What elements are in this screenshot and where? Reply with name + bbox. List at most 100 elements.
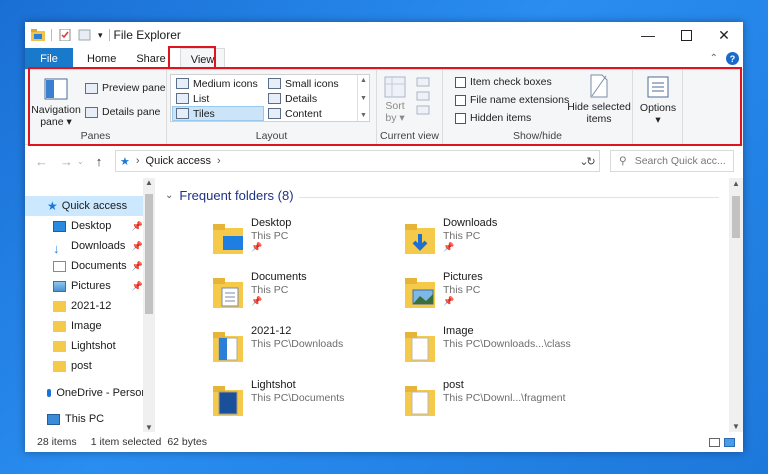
folder-icon (53, 320, 66, 332)
quick-access-star-icon: ★ (120, 155, 130, 168)
scroll-up-icon[interactable]: ▲ (732, 179, 740, 188)
close-button[interactable]: ✕ (705, 22, 743, 48)
breadcrumb-separator: › (216, 155, 221, 167)
folder-path: This PC (251, 284, 289, 296)
nav-buttons: ← → ⌄ ↑ (25, 154, 102, 169)
folder-image-icon (405, 332, 435, 362)
nav-item-documents[interactable]: Documents 📌 (25, 256, 145, 276)
nav-item-2021-12[interactable]: 2021-12 (25, 296, 145, 316)
quick-access-toolbar: ▾ (25, 22, 110, 48)
chevron-down-icon[interactable]: ⌄ (165, 190, 173, 201)
breadcrumb-separator: › (135, 155, 140, 167)
folder-post-icon (405, 386, 435, 416)
address-bar[interactable]: ★ › Quick access › (115, 150, 600, 172)
nav-item-onedrive[interactable]: OneDrive - Persor (25, 383, 145, 403)
pin-icon: 📌 (131, 260, 143, 271)
divider (51, 29, 52, 41)
folder-downloads-icon (405, 224, 435, 254)
folder-name: Desktop (251, 217, 292, 229)
nav-item-label: Documents (71, 260, 127, 272)
folder-desktop-icon (213, 224, 243, 254)
details-view-icon[interactable] (709, 437, 720, 447)
nav-item-lightshot[interactable]: Lightshot (25, 336, 145, 356)
nav-pane-scrollbar[interactable]: ▲ ▼ (143, 178, 155, 432)
qat-customize-icon[interactable]: ▾ (98, 30, 103, 41)
nav-item-pictures[interactable]: Pictures 📌 (25, 276, 145, 296)
status-size: 62 bytes (167, 436, 208, 448)
pin-icon: 📌 (131, 280, 143, 291)
maximize-button[interactable] (667, 22, 705, 48)
folder-name: Pictures (443, 271, 483, 283)
folder-2021-12-icon (213, 332, 243, 362)
desktop-icon (53, 220, 66, 232)
view-switcher (709, 437, 735, 447)
nav-item-label: Downloads (71, 240, 126, 252)
folder-tile[interactable]: Downloads This PC 📌 (405, 216, 595, 268)
folder-path: This PC (251, 230, 289, 242)
folder-path: This PC\Downloads...\class (443, 338, 571, 350)
folder-tile[interactable]: 2021-12 This PC\Downloads (213, 324, 403, 376)
nav-item-label: Desktop (71, 220, 112, 232)
nav-item-downloads[interactable]: ↓ Downloads 📌 (25, 236, 145, 256)
pin-icon: 📌 (443, 296, 455, 306)
scroll-down-icon[interactable]: ▼ (732, 422, 740, 431)
scroll-up-icon[interactable]: ▲ (145, 178, 153, 187)
properties-icon[interactable] (58, 29, 72, 41)
folder-icon (53, 300, 66, 312)
up-icon[interactable]: ↑ (96, 154, 103, 169)
folder-pictures-icon (405, 278, 435, 308)
large-icons-view-icon[interactable] (724, 437, 735, 447)
folder-tile[interactable]: Pictures This PC 📌 (405, 270, 595, 322)
folder-path: This PC\Downloads (251, 338, 344, 350)
folder-path: This PC\Downl...\fragment (443, 392, 566, 404)
content-area: ⌄ Frequent folders (8) Desktop This PC 📌 Do… (159, 178, 729, 432)
new-folder-icon[interactable] (78, 29, 92, 41)
content-scrollbar[interactable]: ▲ ▼ (729, 178, 743, 432)
status-item-count: 28 items (37, 436, 77, 448)
onedrive-icon (47, 389, 52, 397)
folder-tile[interactable]: post This PC\Downl...\fragment (405, 378, 595, 430)
folder-tile[interactable]: Image This PC\Downloads...\class (405, 324, 595, 376)
documents-icon (53, 260, 66, 272)
folder-tile[interactable]: Documents This PC 📌 (213, 270, 403, 322)
folder-tile[interactable]: Lightshot This PC\Documents (213, 378, 403, 430)
nav-item-image[interactable]: Image (25, 316, 145, 336)
window-controls: — ✕ (629, 22, 743, 48)
nav-item-this-pc[interactable]: This PC (25, 409, 145, 429)
nav-item-post[interactable]: post (25, 356, 145, 376)
folder-path: This PC (443, 284, 481, 296)
nav-item-desktop[interactable]: Desktop 📌 (25, 216, 145, 236)
folder-name: post (443, 379, 464, 391)
recent-locations-icon[interactable]: ⌄ (77, 157, 84, 166)
pin-icon: 📌 (443, 242, 455, 252)
refresh-icon[interactable]: ↻ (577, 150, 605, 172)
nav-item-label: Quick access (61, 200, 128, 212)
nav-item-label: Pictures (71, 280, 111, 292)
pc-icon (47, 413, 60, 425)
nav-item-label: 2021-12 (71, 300, 112, 312)
folder-name: Documents (251, 271, 307, 283)
pin-icon: 📌 (251, 296, 263, 306)
collapse-ribbon-icon[interactable]: ⌃ (710, 53, 718, 64)
scroll-down-icon[interactable]: ▼ (145, 423, 153, 432)
pin-icon: 📌 (131, 240, 143, 251)
navigation-pane: ★ Quick access Desktop 📌 ↓ Downloads 📌 D… (25, 178, 156, 432)
breadcrumb-quick-access[interactable]: Quick access (146, 155, 211, 167)
search-box[interactable]: ⚲ Search Quick acc... (610, 150, 734, 172)
nav-item-quick-access[interactable]: ★ Quick access (25, 196, 145, 216)
address-row: ← → ⌄ ↑ ★ › Quick access › ⌄ ↻ ⚲ Search … (25, 146, 743, 176)
section-title: Frequent folders (8) (179, 188, 294, 203)
download-icon: ↓ (53, 240, 60, 256)
forward-icon[interactable]: → (60, 154, 73, 169)
content-scroll-thumb[interactable] (732, 196, 740, 238)
pin-icon: 📌 (251, 242, 263, 252)
nav-pane-scroll-thumb[interactable] (145, 194, 153, 314)
folder-tile[interactable]: Desktop This PC 📌 (213, 216, 403, 268)
status-selected: 1 item selected (90, 436, 162, 448)
back-icon[interactable]: ← (35, 154, 48, 169)
minimize-button[interactable]: — (629, 22, 667, 48)
section-header-frequent-folders[interactable]: ⌄ Frequent folders (8) (165, 188, 294, 203)
pin-icon: 📌 (131, 220, 143, 231)
explorer-app-icon (31, 29, 45, 41)
help-icon[interactable]: ? (726, 52, 739, 65)
